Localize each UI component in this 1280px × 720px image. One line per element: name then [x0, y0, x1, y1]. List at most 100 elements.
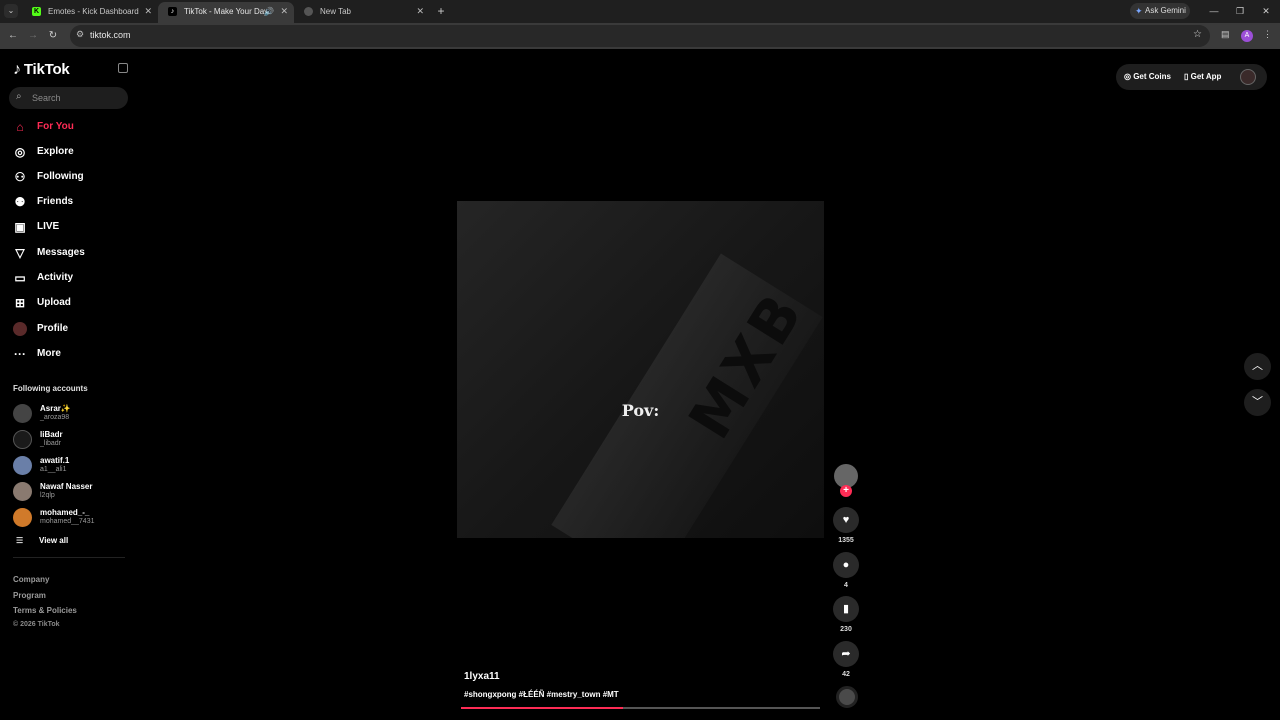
avatar [13, 482, 32, 501]
sidebar-item-friends[interactable]: ⚉ Friends [13, 192, 128, 212]
following-account[interactable]: Asrar✨ _aroza98 [13, 403, 128, 425]
video-progress-fill [461, 707, 623, 709]
video-progress-bar[interactable] [461, 707, 820, 709]
sound-disc-icon[interactable] [836, 686, 858, 708]
divider [13, 557, 125, 558]
following-account[interactable]: liBadr _libadr [13, 429, 128, 451]
like-count: 1355 [838, 537, 854, 544]
tab-search-button[interactable]: ⌄ [4, 4, 18, 18]
account-name: mohamed_-_ [40, 508, 90, 517]
close-tab-icon[interactable]: ✕ [416, 2, 424, 21]
sidebar-item-label: More [37, 348, 61, 359]
footer-link-program[interactable]: Program [13, 591, 46, 600]
back-arrow-icon[interactable]: ← [5, 28, 21, 44]
search-input[interactable]: ⌕ Search [9, 87, 128, 109]
follow-plus-icon[interactable]: + [840, 485, 852, 497]
sidebar-item-explore[interactable]: ◎ Explore [13, 142, 128, 162]
get-coins-button[interactable]: ◎ Get Coins [1124, 72, 1171, 81]
heart-icon[interactable]: ♥ [833, 507, 859, 533]
browser-tab-kick[interactable]: K Emotes - Kick Dashboard ✕ [22, 2, 158, 23]
window-close-icon[interactable]: ✕ [1256, 3, 1276, 19]
sidebar-item-activity[interactable]: ▭ Activity [13, 268, 128, 288]
sidebar-item-for-you[interactable]: ⌂ For You [13, 117, 128, 137]
following-account[interactable]: awatif.1 a1__ali1 [13, 455, 128, 477]
account-name: awatif.1 [40, 456, 70, 465]
sidebar-item-messages[interactable]: ▽ Messages [13, 243, 128, 263]
gemini-sparkle-icon: ✦ [1135, 6, 1143, 16]
get-coins-label: Get Coins [1133, 72, 1171, 81]
comment-icon[interactable]: ● [833, 552, 859, 578]
tab-title: TikTok - Make Your Day [184, 7, 269, 16]
sidebar-item-following[interactable]: ⚇ Following [13, 167, 128, 187]
avatar [13, 456, 32, 475]
browser-tab-newtab[interactable]: New Tab ✕ [294, 2, 430, 23]
footer-link-company[interactable]: Company [13, 575, 49, 584]
account-name: Nawaf Nasser [40, 482, 93, 491]
sidebar-item-more[interactable]: ··· More [13, 344, 128, 364]
friends-icon: ⚉ [14, 195, 26, 209]
reload-icon[interactable]: ↻ [45, 28, 61, 44]
avatar [13, 508, 32, 527]
sidebar-item-label: LIVE [37, 221, 60, 232]
previous-video-chevron-up-icon[interactable]: ︿ [1244, 353, 1271, 380]
bookmark-star-icon[interactable]: ☆ [1193, 29, 1202, 40]
video-author[interactable]: 1lyxa11 [464, 671, 500, 682]
browser-tab-strip: ⌄ K Emotes - Kick Dashboard ✕ ♪ TikTok -… [0, 0, 1280, 23]
save-count: 230 [840, 626, 852, 633]
chrome-favicon-icon [304, 7, 313, 16]
restore-icon[interactable]: ❐ [1230, 3, 1250, 19]
sidebar-item-label: Following [37, 171, 84, 182]
following-account[interactable]: Nawaf Nasser l2qlp [13, 481, 128, 503]
footer-link-terms[interactable]: Terms & Policies [13, 606, 77, 615]
send-icon: ▽ [15, 246, 25, 260]
extensions-icon[interactable]: ▤ [1221, 29, 1230, 40]
sidebar-item-profile[interactable]: Profile [13, 319, 128, 339]
sidebar-item-label: Profile [37, 323, 69, 334]
video-caption-overlay: Pov: [621, 401, 660, 420]
account-handle: mohamed__7431 [40, 518, 95, 525]
new-tab-button[interactable]: + [434, 3, 448, 19]
account-handle: a1__ali1 [40, 466, 67, 473]
browser-tab-tiktok[interactable]: ♪ TikTok - Make Your Day 🔊 ✕ [158, 2, 294, 23]
tiktok-app: ♪ TikTok ⌕ Search ⌂ For You ◎ Explore ⚇ F… [0, 49, 1280, 720]
tiktok-favicon-icon: ♪ [168, 7, 177, 16]
address-bar[interactable]: ⚙ tiktok.com ☆ [70, 25, 1210, 47]
site-settings-icon[interactable]: ⚙ [76, 29, 84, 40]
share-icon[interactable]: ➦ [833, 641, 859, 667]
logo-text: TikTok [23, 61, 70, 78]
copyright: © 2026 TikTok [13, 621, 60, 628]
sidebar-item-label: Friends [37, 196, 74, 207]
account-handle: _libadr [40, 440, 62, 447]
compass-icon: ◎ [14, 145, 26, 159]
close-tab-icon[interactable]: ✕ [280, 2, 288, 21]
profile-icon [13, 322, 27, 336]
comment-count: 4 [844, 582, 848, 589]
chrome-menu-icon[interactable]: ⋮ [1263, 29, 1272, 40]
get-app-button[interactable]: ▯ Get App [1184, 72, 1221, 81]
search-placeholder: Search [32, 93, 61, 103]
ask-gemini-button[interactable]: ✦ Ask Gemini [1130, 3, 1190, 19]
sidebar-item-label: For You [37, 121, 74, 132]
following-accounts-title: Following accounts [13, 384, 88, 393]
collapse-sidebar-icon[interactable] [118, 63, 128, 73]
avatar [13, 430, 32, 449]
next-video-chevron-down-icon[interactable]: ﹀ [1244, 389, 1271, 416]
sidebar-item-label: Activity [37, 272, 74, 283]
speaker-icon[interactable]: 🔊 [264, 2, 274, 21]
sidebar-item-upload[interactable]: ⊞ Upload [13, 293, 128, 313]
live-icon: ▣ [14, 220, 26, 234]
following-account[interactable]: mohamed_-_ mohamed__7431 [13, 507, 128, 529]
video-player[interactable]: MXB Pov: [457, 201, 824, 538]
tiktok-logo[interactable]: ♪ TikTok [13, 61, 70, 79]
sidebar-item-live[interactable]: ▣ LIVE [13, 217, 128, 237]
forward-arrow-icon[interactable]: → [25, 28, 41, 44]
activity-icon: ▭ [14, 271, 26, 285]
user-avatar[interactable] [1240, 69, 1256, 85]
bookmark-icon[interactable]: ▮ [833, 596, 859, 622]
home-icon: ⌂ [16, 120, 24, 134]
video-hashtags[interactable]: #shongxpong #ŁÉÉÑ #mestry_town #MT [464, 690, 619, 699]
get-app-label: Get App [1190, 72, 1222, 81]
minimize-icon[interactable]: — [1204, 3, 1224, 19]
browser-profile-avatar[interactable]: A [1241, 30, 1253, 42]
close-tab-icon[interactable]: ✕ [144, 2, 152, 21]
